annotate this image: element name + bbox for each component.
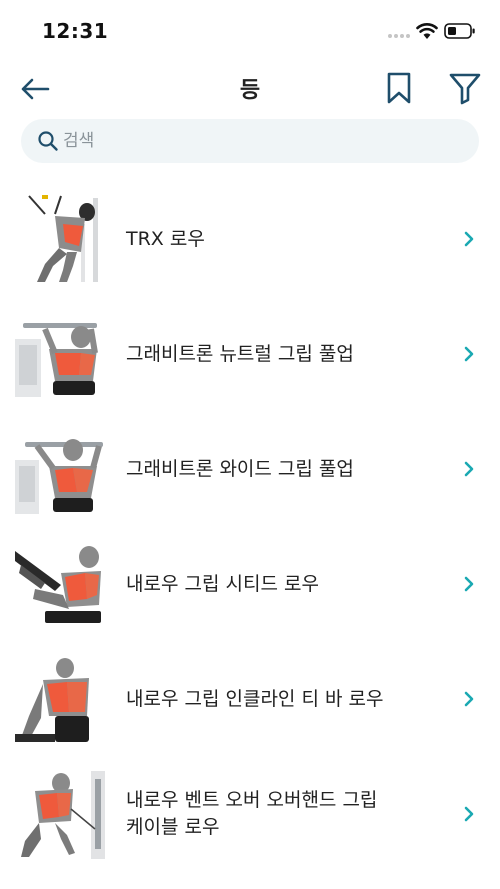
exercise-thumbnail bbox=[15, 424, 107, 516]
wifi-icon bbox=[416, 23, 438, 39]
bookmark-icon[interactable] bbox=[382, 70, 416, 106]
exercise-name: 내로우 벤트 오버 오버핸드 그립 케이블 로우 bbox=[126, 789, 378, 838]
exercise-thumbnail bbox=[15, 769, 107, 861]
arrow-left-icon[interactable] bbox=[18, 72, 52, 106]
chevron-right-icon bbox=[464, 806, 474, 822]
exercise-name: 그래비트론 와이드 그립 풀업 bbox=[126, 458, 354, 480]
nav-bar: 등 bbox=[0, 60, 500, 116]
chevron-right-icon bbox=[464, 576, 474, 592]
status-time: 12:31 bbox=[42, 19, 109, 43]
page-title: 등 bbox=[239, 78, 261, 103]
exercise-thumbnail bbox=[15, 539, 107, 631]
list-item[interactable]: 그래비트론 와이드 그립 풀업 bbox=[0, 408, 500, 523]
list-item[interactable]: 그래비트론 뉴트럴 그립 풀업 bbox=[0, 293, 500, 408]
chevron-right-icon bbox=[464, 461, 474, 477]
exercise-thumbnail bbox=[15, 654, 107, 746]
exercise-thumbnail bbox=[15, 194, 107, 286]
battery-icon bbox=[444, 23, 475, 39]
exercise-name: 내로우 그립 시티드 로우 bbox=[126, 573, 319, 595]
list-item[interactable]: 내로우 그립 인클라인 티 바 로우 bbox=[0, 638, 500, 753]
exercise-name: TRX 로우 bbox=[126, 228, 205, 250]
search-input[interactable] bbox=[63, 119, 463, 163]
chevron-right-icon bbox=[464, 691, 474, 707]
exercise-name: 내로우 그립 인클라인 티 바 로우 bbox=[126, 688, 384, 710]
chevron-right-icon bbox=[464, 346, 474, 362]
list-item[interactable]: TRX 로우 bbox=[0, 178, 500, 293]
signal-icon bbox=[388, 34, 410, 40]
search-icon bbox=[38, 131, 58, 151]
chevron-right-icon bbox=[464, 231, 474, 247]
exercise-name: 그래비트론 뉴트럴 그립 풀업 bbox=[126, 343, 354, 365]
exercise-thumbnail bbox=[15, 309, 107, 401]
list-item[interactable]: 내로우 그립 시티드 로우 bbox=[0, 523, 500, 638]
search-bar bbox=[21, 119, 479, 163]
filter-icon[interactable] bbox=[446, 70, 484, 106]
status-bar: 12:31 bbox=[0, 0, 500, 58]
list-item[interactable]: 내로우 벤트 오버 오버핸드 그립 케이블 로우 bbox=[0, 753, 500, 868]
